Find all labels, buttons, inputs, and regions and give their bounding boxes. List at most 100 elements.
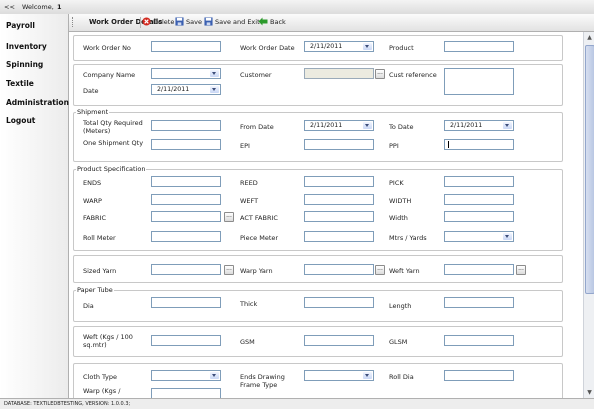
toolbar-separator: [140, 17, 141, 28]
chevron-down-icon[interactable]: [363, 122, 372, 129]
back-button[interactable]: Back: [258, 17, 286, 26]
roll-meter-input[interactable]: [151, 231, 221, 242]
weft-input[interactable]: [304, 194, 374, 205]
width-label: Width: [389, 214, 408, 222]
cloth-type-select[interactable]: [151, 370, 221, 381]
back-label: Back: [270, 17, 286, 26]
work-order-no-input[interactable]: [151, 41, 221, 52]
piece-meter-label: Piece Meter: [240, 234, 279, 242]
chevron-down-icon[interactable]: [363, 372, 372, 379]
ppi-input[interactable]: [444, 139, 514, 150]
fabric-label: FABRIC: [83, 214, 107, 222]
customer-browse-button[interactable]: ...: [375, 69, 385, 79]
width-caps-input[interactable]: [444, 194, 514, 205]
work-order-date-picker[interactable]: 2/11/2011: [304, 41, 374, 52]
weft-kgs-input[interactable]: [151, 335, 221, 346]
delete-button[interactable]: Delete: [142, 17, 174, 26]
act-fabric-input[interactable]: [304, 211, 374, 222]
warp-label: WARP: [83, 197, 102, 205]
sidebar-item-administration[interactable]: Administration: [6, 98, 69, 107]
chevron-down-icon[interactable]: [503, 122, 512, 129]
weft-yarn-browse-button[interactable]: ...: [516, 265, 526, 275]
act-fabric-label: ACT FABRIC: [240, 214, 278, 222]
reed-label: REED: [240, 179, 258, 187]
length-input[interactable]: [444, 297, 514, 308]
ends-drawing-frame-type-select[interactable]: [304, 370, 374, 381]
fabric-input[interactable]: [151, 211, 221, 222]
sidebar-item-logout[interactable]: Logout: [6, 116, 35, 125]
glsm-label: GLSM: [389, 338, 408, 346]
scrollbar-thumb[interactable]: [585, 45, 594, 294]
vertical-scrollbar[interactable]: ▲ ▼: [583, 32, 594, 398]
chevron-down-icon[interactable]: [210, 70, 219, 77]
collapse-nav-link[interactable]: <<: [4, 3, 15, 11]
top-bar: << Welcome, 1: [0, 0, 594, 15]
company-name-select[interactable]: [151, 68, 221, 79]
scroll-up-icon[interactable]: ▲: [584, 32, 594, 43]
weft-yarn-label: Weft Yarn: [389, 267, 420, 275]
date-label: Date: [83, 87, 99, 95]
total-qty-label: Total Qty Required (Meters): [83, 119, 143, 135]
cust-reference-textarea[interactable]: [444, 68, 514, 95]
pick-input[interactable]: [444, 176, 514, 187]
save-button[interactable]: Save: [175, 17, 202, 26]
work-order-date-value: 2/11/2011: [310, 43, 343, 50]
glsm-input[interactable]: [444, 335, 514, 346]
thick-input[interactable]: [304, 297, 374, 308]
warp-yarn-browse-button[interactable]: ...: [375, 265, 385, 275]
width-input[interactable]: [444, 211, 514, 222]
save-exit-icon: [204, 17, 213, 26]
thick-label: Thick: [240, 300, 258, 308]
sidebar-item-payroll[interactable]: Payroll: [6, 21, 35, 30]
total-qty-input[interactable]: [151, 120, 221, 131]
warp-input[interactable]: [151, 194, 221, 205]
weft-label: WEFT: [240, 197, 259, 205]
warp-kgs-label: Warp (Kgs /: [83, 387, 121, 395]
mtrs-yards-select[interactable]: [444, 231, 514, 242]
cust-reference-label: Cust reference: [389, 71, 437, 79]
chevron-down-icon[interactable]: [210, 86, 219, 93]
warp-yarn-input[interactable]: [304, 264, 374, 275]
weft-kgs-label: Weft (Kgs / 100 sq.mtr): [83, 333, 133, 349]
ends-input[interactable]: [151, 176, 221, 187]
gsm-label: GSM: [240, 338, 255, 346]
gsm-input[interactable]: [304, 335, 374, 346]
sidebar-item-textile[interactable]: Textile: [6, 79, 34, 88]
user-name: 1: [57, 3, 62, 11]
roll-dia-input[interactable]: [444, 370, 514, 381]
to-date-picker[interactable]: 2/11/2011: [444, 120, 514, 131]
work-order-form: Work Order No Work Order Date 2/11/2011 …: [69, 32, 583, 398]
chevron-down-icon[interactable]: [210, 372, 219, 379]
customer-input[interactable]: [304, 68, 374, 79]
date-picker[interactable]: 2/11/2011: [151, 84, 221, 95]
welcome-text: Welcome,: [22, 3, 54, 11]
dia-input[interactable]: [151, 297, 221, 308]
from-date-label: From Date: [240, 123, 274, 131]
warp-kgs-input[interactable]: [151, 388, 221, 398]
sidebar-item-spinning[interactable]: Spinning: [6, 60, 43, 69]
product-input[interactable]: [444, 41, 514, 52]
sized-yarn-input[interactable]: [151, 264, 221, 275]
to-date-label: To Date: [389, 123, 414, 131]
scroll-down-icon[interactable]: ▼: [584, 387, 594, 398]
save-and-exit-button[interactable]: Save and Exit: [204, 17, 260, 26]
sized-yarn-browse-button[interactable]: ...: [224, 265, 234, 275]
ends-label: ENDS: [83, 179, 102, 187]
one-shipment-qty-input[interactable]: [151, 139, 221, 150]
status-text: DATABASE: TEXTILEDBTESTING, VERSION: 1.0…: [4, 401, 131, 407]
reed-input[interactable]: [304, 176, 374, 187]
chevron-down-icon[interactable]: [363, 43, 372, 50]
roll-meter-label: Roll Meter: [83, 234, 116, 242]
product-specification-title: Product Specification: [76, 165, 147, 173]
weft-yarn-input[interactable]: [444, 264, 514, 275]
fabric-browse-button[interactable]: ...: [224, 212, 234, 222]
back-arrow-icon: [258, 17, 268, 26]
sidebar-item-inventory[interactable]: Inventory: [6, 42, 47, 51]
save-and-exit-label: Save and Exit: [215, 17, 260, 26]
chevron-down-icon[interactable]: [503, 233, 512, 240]
work-order-date-label: Work Order Date: [240, 44, 295, 52]
epi-input[interactable]: [304, 139, 374, 150]
from-date-picker[interactable]: 2/11/2011: [304, 120, 374, 131]
warp-yarn-label: Warp Yarn: [240, 267, 273, 275]
piece-meter-input[interactable]: [304, 231, 374, 242]
